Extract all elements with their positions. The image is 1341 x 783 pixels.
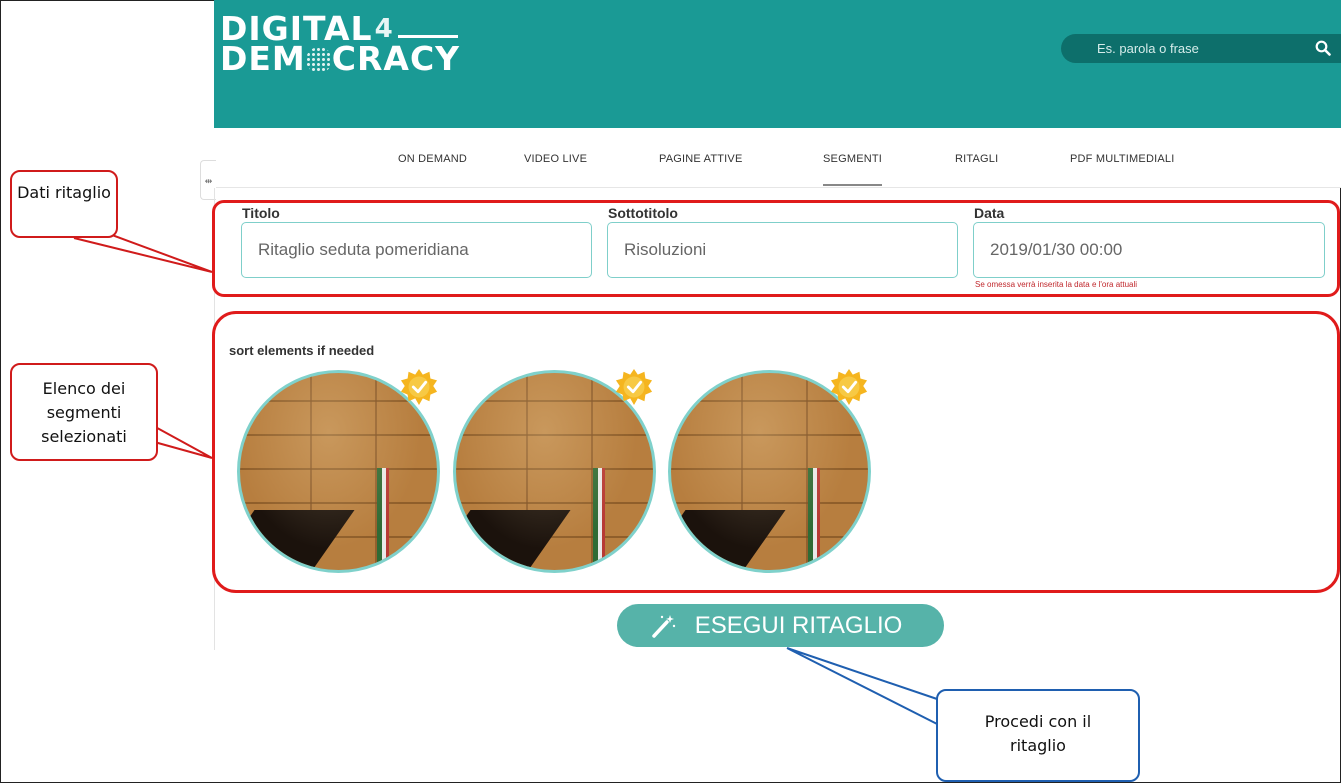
callout-dati-ritaglio-text: Dati ritaglio — [17, 183, 111, 202]
site-header: DIGITAL 4 DEM CRACY — [214, 0, 1341, 128]
nav-tab-pdf-multimediali[interactable]: PDF MULTIMEDIALI — [1070, 153, 1174, 165]
nav-tab-segmenti[interactable]: SEGMENTI — [823, 153, 883, 186]
callout-procedi-text: Procedi con il ritaglio — [984, 712, 1092, 755]
segments-title: sort elements if needed — [229, 343, 375, 358]
callout-procedi: Procedi con il ritaglio — [936, 689, 1140, 782]
data-label: Data — [974, 205, 1005, 221]
logo-text-line2a: DEM — [220, 39, 306, 78]
data-hint: Se omessa verrà inserita la data e l'ora… — [975, 280, 1138, 289]
logo-dots-icon — [305, 47, 332, 73]
callout-elenco-segmenti-text: Elenco dei segmenti selezionati — [41, 379, 127, 446]
search-icon[interactable] — [1315, 40, 1331, 56]
main-nav: ON DEMAND VIDEO LIVE PAGINE ATTIVE SEGME… — [214, 128, 1341, 188]
data-input[interactable] — [973, 222, 1325, 278]
nav-tab-video-live[interactable]: VIDEO LIVE — [524, 153, 587, 165]
sottotitolo-label: Sottotitolo — [608, 205, 678, 221]
callout-dati-ritaglio: Dati ritaglio — [10, 170, 118, 238]
magic-wand-icon — [651, 614, 675, 638]
titolo-label: Titolo — [242, 205, 280, 221]
nav-tab-on-demand[interactable]: ON DEMAND — [398, 153, 467, 165]
search-bar — [1061, 34, 1341, 63]
logo-text-line2b: CRACY — [331, 39, 461, 78]
logo-underline — [397, 35, 458, 38]
esegui-ritaglio-button[interactable]: ESEGUI RITAGLIO — [617, 604, 944, 647]
titolo-input[interactable] — [241, 222, 592, 278]
esegui-ritaglio-label: ESEGUI RITAGLIO — [694, 611, 903, 639]
search-input[interactable] — [1077, 34, 1307, 63]
digital4democracy-logo[interactable]: DIGITAL 4 DEM CRACY — [220, 12, 460, 75]
check-seal-icon — [615, 368, 653, 406]
sottotitolo-input[interactable] — [607, 222, 958, 278]
callout-elenco-segmenti: Elenco dei segmenti selezionati — [10, 363, 158, 461]
nav-tab-ritagli[interactable]: RITAGLI — [955, 153, 998, 165]
check-seal-icon — [830, 368, 868, 406]
check-seal-icon — [400, 368, 438, 406]
nav-tab-pagine-attive[interactable]: PAGINE ATTIVE — [659, 153, 743, 165]
